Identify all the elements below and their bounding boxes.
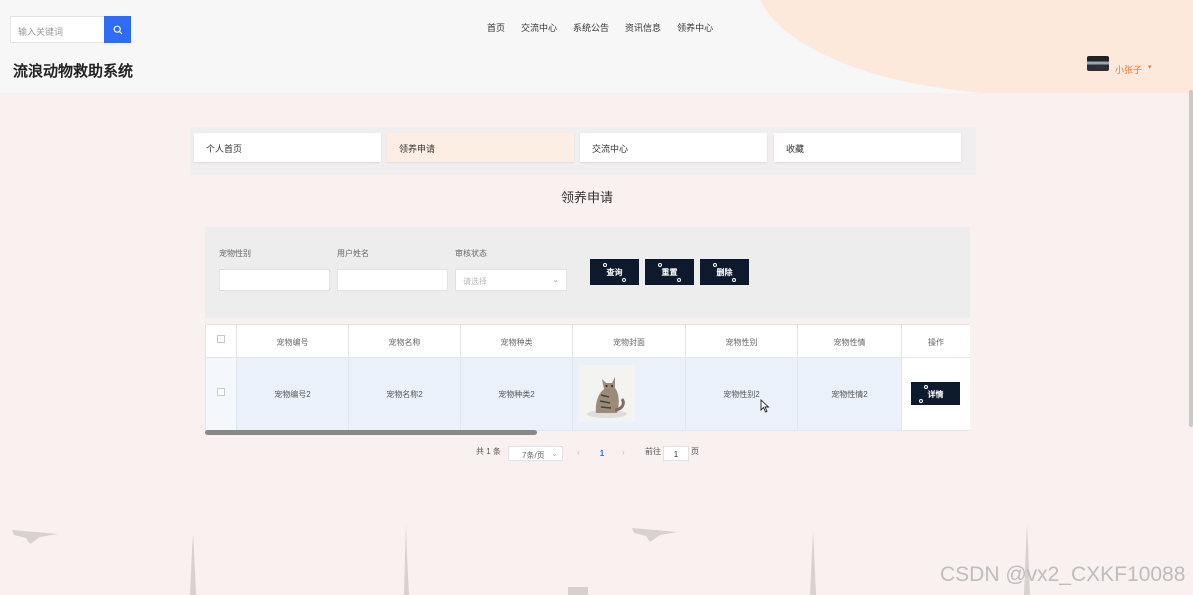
pet-gender-label: 宠物性别	[219, 249, 251, 258]
table-cell: 宠物种类2	[461, 358, 573, 431]
table-cell-select	[206, 358, 237, 431]
avatar[interactable]	[1087, 56, 1109, 71]
table-cell-cover	[573, 358, 686, 431]
page-title: 领养申请	[560, 190, 613, 205]
page-vertical-scrollbar[interactable]	[1189, 90, 1193, 427]
column-header: 宠物封面	[573, 324, 686, 358]
pet-cover-image[interactable]	[579, 365, 635, 422]
site-title: 流浪动物救助系统	[13, 63, 134, 80]
nav-item-announcements[interactable]: 系统公告	[573, 21, 609, 34]
search-icon	[113, 25, 122, 34]
reset-button-label: 重置	[661, 268, 678, 277]
query-button[interactable]: 查询	[590, 259, 639, 285]
mouse-cursor-icon	[760, 399, 770, 413]
nav-item-news[interactable]: 资讯信息	[625, 21, 661, 34]
reset-button[interactable]: 重置	[645, 259, 694, 285]
details-button-label: 详情	[927, 390, 944, 399]
row-checkbox[interactable]	[217, 388, 225, 396]
tab-forum[interactable]: 交流中心	[580, 133, 767, 162]
table-cell-actions: 详情	[902, 358, 970, 431]
page-number-current[interactable]: 1	[592, 446, 612, 461]
page-size-select[interactable]: 7条/页 ⌄	[508, 446, 563, 461]
details-button[interactable]: 详情	[911, 382, 960, 405]
column-header: 宠物性别	[686, 324, 798, 358]
search-input[interactable]: 输入关键词	[10, 16, 104, 43]
tab-profile-home[interactable]: 个人首页	[194, 133, 381, 162]
filter-panel: 宠物性别 用户姓名 审核状态 请选择 ⌄ 查询 重置 删除	[205, 227, 970, 318]
prev-page-button[interactable]: ‹	[577, 448, 580, 457]
header-decoration	[755, 0, 1193, 93]
nav-item-home[interactable]: 首页	[487, 21, 505, 34]
delete-button[interactable]: 删除	[700, 259, 749, 285]
goto-label: 前往	[645, 447, 661, 456]
column-header: 操作	[902, 324, 970, 358]
goto-page-input[interactable]: 1	[663, 446, 689, 461]
query-button-label: 查询	[606, 268, 623, 277]
tab-favorites[interactable]: 收藏	[774, 133, 961, 162]
chevron-down-icon[interactable]: ▾	[1148, 63, 1152, 71]
table-header-select	[206, 324, 237, 358]
column-header: 宠物种类	[461, 324, 573, 358]
review-status-placeholder: 请选择	[463, 277, 487, 286]
pet-gender-field[interactable]	[219, 269, 330, 291]
table-cell: 宠物性别2	[686, 358, 798, 431]
review-status-label: 审核状态	[455, 249, 487, 258]
username[interactable]: 小张子	[1115, 63, 1142, 76]
chevron-down-icon: ⌄	[552, 275, 559, 284]
adoption-table: 宠物编号 宠物名称 宠物种类 宠物封面 宠物性别 宠物性情 操作 宠物编号2 宠…	[205, 324, 970, 431]
page-suffix: 页	[691, 447, 699, 456]
chevron-down-icon: ⌄	[551, 449, 558, 458]
table-cell: 宠物性情2	[798, 358, 902, 431]
select-all-checkbox[interactable]	[217, 335, 225, 343]
user-name-label: 用户姓名	[337, 249, 369, 258]
user-center-tabs: 个人首页 领养申请 交流中心 收藏	[190, 127, 976, 175]
top-header: 输入关键词 首页 交流中心 系统公告 资讯信息 领养中心 流浪动物救助系统 小张…	[0, 0, 1193, 93]
watermark: CSDN @vx2_CXKF10088	[940, 563, 1186, 586]
main-nav: 首页 交流中心 系统公告 资讯信息 领养中心	[487, 21, 729, 34]
column-header: 宠物名称	[349, 324, 461, 358]
tab-adoption-application[interactable]: 领养申请	[387, 133, 574, 162]
table-cell: 宠物编号2	[237, 358, 349, 431]
user-name-field[interactable]	[337, 269, 448, 291]
nav-item-adoption[interactable]: 领养中心	[677, 21, 713, 34]
pagination-total: 共 1 条	[476, 447, 501, 456]
column-header: 宠物编号	[237, 324, 349, 358]
table-horizontal-scrollbar[interactable]	[205, 430, 537, 435]
search-button[interactable]	[104, 16, 131, 43]
nav-item-forum[interactable]: 交流中心	[521, 21, 557, 34]
table-cell: 宠物名称2	[349, 358, 461, 431]
next-page-button[interactable]: ›	[622, 448, 625, 457]
page-size-value: 7条/页	[522, 451, 545, 460]
delete-button-label: 删除	[716, 268, 733, 277]
review-status-select[interactable]: 请选择 ⌄	[455, 269, 567, 291]
column-header: 宠物性情	[798, 324, 902, 358]
